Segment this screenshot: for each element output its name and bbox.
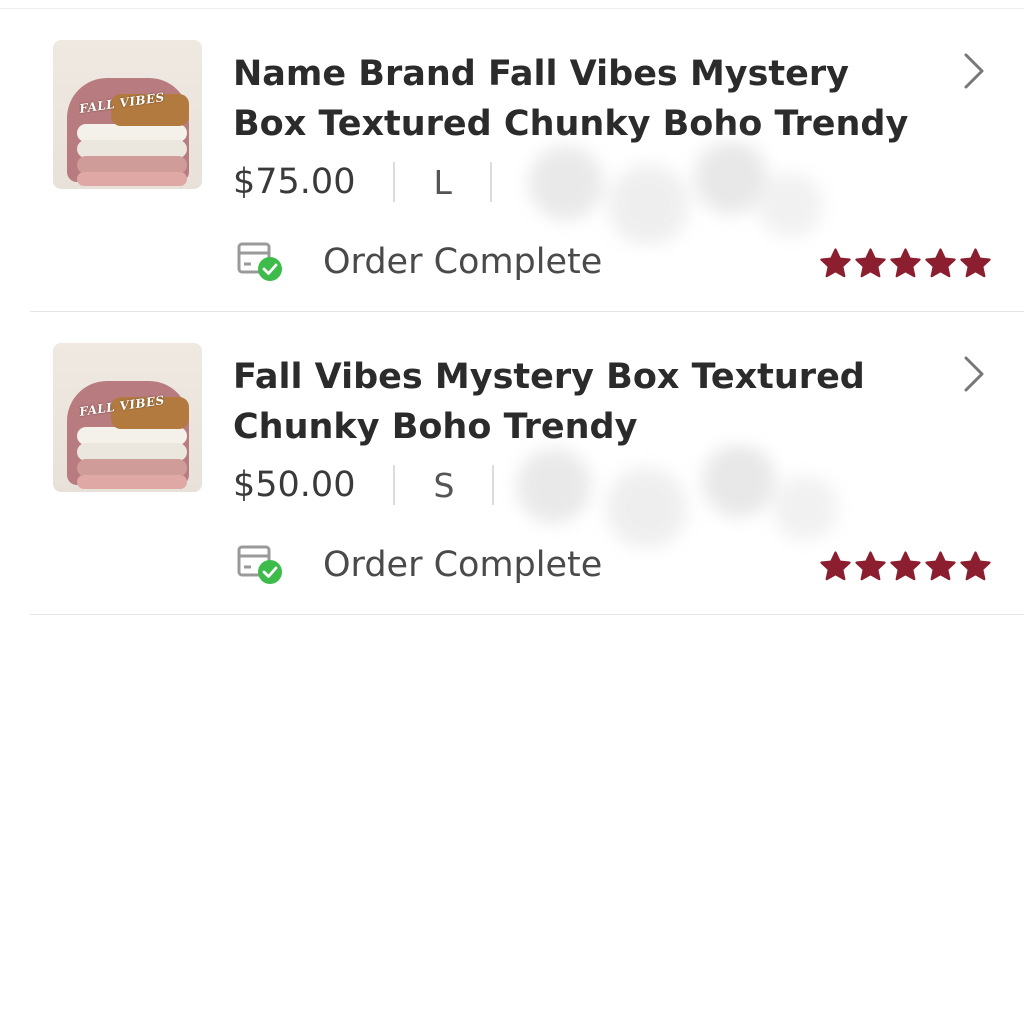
divider xyxy=(489,162,492,202)
star-icon[interactable] xyxy=(924,247,957,280)
redacted-area xyxy=(480,442,850,552)
rating-stars[interactable] xyxy=(819,247,992,280)
star-icon[interactable] xyxy=(889,247,922,280)
star-icon[interactable] xyxy=(924,550,957,583)
status-label: Order Complete xyxy=(323,545,603,585)
product-thumbnail[interactable]: FALL VIBES xyxy=(53,40,202,189)
order-status: Order Complete xyxy=(236,240,602,284)
star-icon[interactable] xyxy=(854,247,887,280)
order-meta: $75.00 L xyxy=(233,157,530,207)
order-status: Order Complete xyxy=(236,543,602,587)
star-icon[interactable] xyxy=(889,550,922,583)
star-icon[interactable] xyxy=(959,247,992,280)
package-check-icon xyxy=(237,545,282,584)
status-label: Order Complete xyxy=(323,242,603,282)
star-icon[interactable] xyxy=(854,550,887,583)
order-list: FALL VIBES Name Brand Fall Vibes Mystery… xyxy=(0,9,1024,615)
price: $75.00 xyxy=(233,162,356,202)
chevron-right-icon[interactable] xyxy=(961,354,987,394)
divider xyxy=(393,162,396,202)
redacted-area xyxy=(500,139,830,249)
chevron-right-icon[interactable] xyxy=(961,51,987,91)
divider xyxy=(393,465,396,505)
star-icon[interactable] xyxy=(959,550,992,583)
star-icon[interactable] xyxy=(819,550,852,583)
package-check-icon xyxy=(237,242,282,281)
product-thumbnail[interactable]: FALL VIBES xyxy=(53,343,202,492)
size: S xyxy=(433,465,455,505)
price: $50.00 xyxy=(233,465,356,505)
product-title[interactable]: Name Brand Fall Vibes Mystery Box Textur… xyxy=(233,49,933,149)
order-row[interactable]: FALL VIBES Fall Vibes Mystery Box Textur… xyxy=(0,312,1024,615)
order-row[interactable]: FALL VIBES Name Brand Fall Vibes Mystery… xyxy=(0,9,1024,312)
row-divider xyxy=(30,614,1024,615)
star-icon[interactable] xyxy=(819,247,852,280)
size: L xyxy=(433,162,452,202)
rating-stars[interactable] xyxy=(819,550,992,583)
product-title[interactable]: Fall Vibes Mystery Box Textured Chunky B… xyxy=(233,352,933,452)
